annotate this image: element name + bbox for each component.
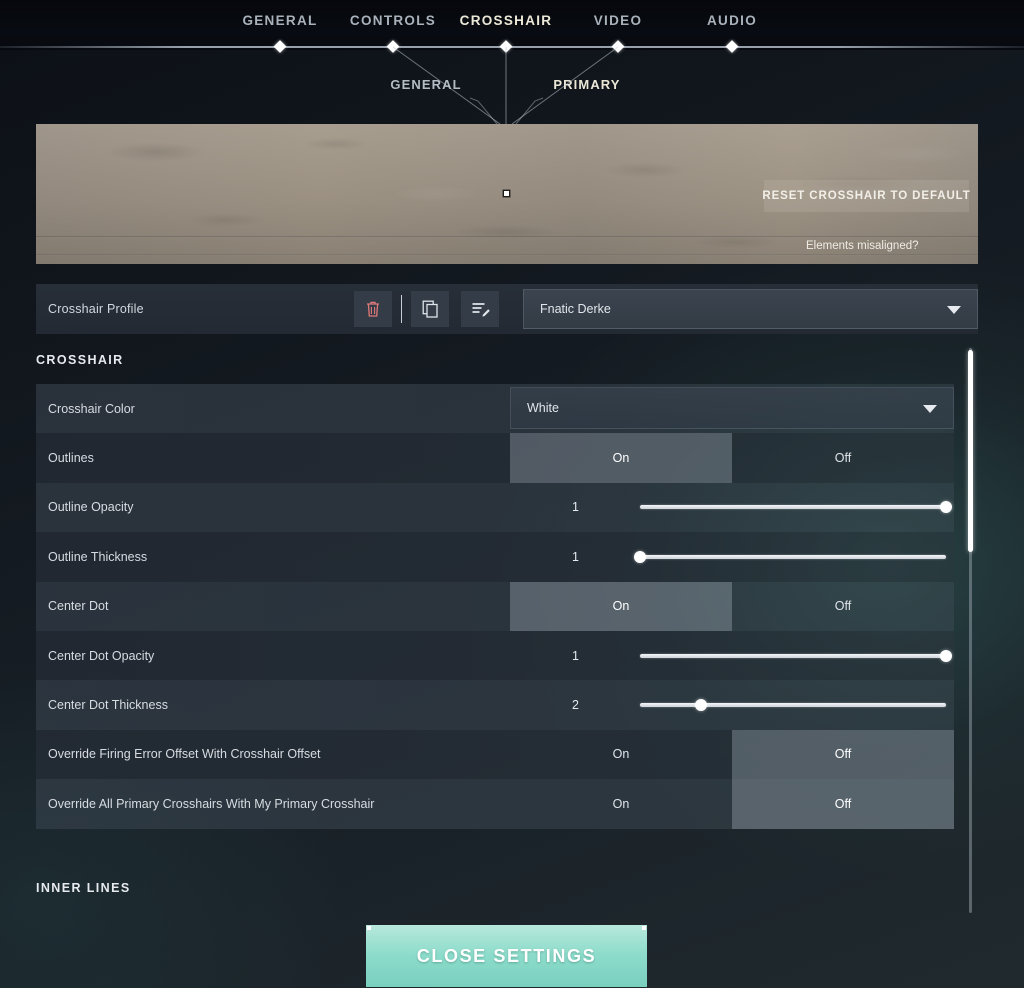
toggle-option-off[interactable]: Off: [732, 729, 954, 780]
setting-control: On Off: [510, 729, 954, 780]
setting-row: Center Dot Opacity 1: [36, 630, 954, 681]
slider-knob[interactable]: [940, 501, 952, 514]
setting-label: Override Firing Error Offset With Crossh…: [48, 747, 321, 762]
copy-icon: [422, 300, 438, 318]
setting-label: Outline Opacity: [48, 500, 134, 515]
setting-label: Center Dot Opacity: [48, 648, 155, 663]
slider-track: [640, 554, 946, 559]
setting-label: Center Dot Thickness: [48, 698, 168, 713]
setting-control: 2: [510, 680, 954, 729]
settings-list: Crosshair Color White Outlines On Off Outline…: [36, 384, 954, 829]
main-tab-bar: GENERAL CONTROLS CROSSHAIR VIDEO AUDIO: [0, 0, 1024, 53]
elements-misaligned-link[interactable]: Elements misaligned?: [806, 240, 919, 252]
corner-accent-right: [642, 926, 646, 930]
toggle-group: On Off: [510, 581, 954, 631]
setting-label: Center Dot: [48, 599, 109, 614]
setting-control: On Off: [510, 779, 954, 829]
tab-video[interactable]: VIDEO: [594, 13, 643, 28]
setting-row: Outlines On Off: [36, 433, 954, 483]
crosshair-profile-bar: Crosshair Profile Fnatic Derke: [36, 284, 978, 334]
toggle-option-on[interactable]: On: [510, 730, 732, 779]
setting-control: 1: [510, 483, 954, 532]
tab-controls[interactable]: CONTROLS: [350, 13, 436, 28]
toggle-option-on[interactable]: On: [510, 433, 732, 483]
slider-value: 1: [572, 500, 579, 515]
setting-label: Outlines: [48, 451, 94, 466]
icon-separator: [401, 295, 402, 323]
wall-seam-2: [36, 254, 978, 256]
delete-profile-button[interactable]: [354, 291, 392, 327]
slider[interactable]: [640, 501, 952, 514]
toggle-option-on[interactable]: On: [510, 779, 732, 828]
reset-crosshair-button[interactable]: RESET CROSSHAIR TO DEFAULT: [762, 180, 970, 212]
setting-row: Center Dot On Off: [36, 581, 954, 631]
toggle-option-on[interactable]: On: [510, 581, 732, 631]
toggle-option-off[interactable]: Off: [732, 582, 954, 631]
slider-value: 2: [572, 698, 579, 713]
corner-accent-left: [367, 926, 371, 930]
slider-value: 1: [572, 648, 579, 663]
setting-control: White: [510, 384, 954, 433]
slider[interactable]: [640, 649, 952, 662]
subtab-primary[interactable]: PRIMARY: [553, 77, 620, 92]
slider-track: [640, 653, 946, 658]
setting-row: Crosshair Color White: [36, 384, 954, 434]
slider[interactable]: [634, 550, 946, 563]
edit-icon: [472, 303, 490, 317]
crosshair-section-heading: CROSSHAIR: [36, 353, 124, 367]
duplicate-profile-button[interactable]: [411, 291, 449, 327]
chevron-down-icon: [923, 405, 937, 413]
slider[interactable]: [640, 699, 946, 712]
crosshair-profile-value: Fnatic Derke: [540, 302, 611, 316]
tab-audio[interactable]: AUDIO: [707, 13, 757, 28]
slider-knob[interactable]: [634, 550, 646, 563]
slider-knob[interactable]: [940, 649, 952, 662]
trash-icon: [367, 301, 379, 317]
toggle-group: On Off: [510, 433, 954, 483]
crosshair-center-dot: [504, 191, 509, 196]
setting-control: 1: [510, 532, 954, 581]
toggle-option-off[interactable]: Off: [732, 433, 954, 482]
setting-row: Outline Thickness 1: [36, 532, 954, 582]
chevron-down-icon: [947, 306, 961, 314]
wall-seam: [36, 236, 978, 238]
slider-track: [640, 703, 946, 708]
setting-row: Outline Opacity 1: [36, 482, 954, 533]
close-settings-label: CLOSE SETTINGS: [416, 945, 597, 966]
setting-label: Outline Thickness: [48, 549, 148, 564]
toggle-option-off[interactable]: Off: [732, 779, 954, 829]
subtab-general[interactable]: GENERAL: [390, 77, 461, 92]
tab-crosshair[interactable]: CROSSHAIR: [460, 13, 553, 28]
crosshair-color-select[interactable]: White: [510, 387, 954, 429]
slider-value: 1: [572, 549, 579, 564]
toggle-group: On Off: [510, 729, 954, 780]
close-settings-button[interactable]: CLOSE SETTINGS: [366, 925, 647, 987]
profile-action-icons: [354, 291, 499, 327]
setting-control: On Off: [510, 581, 954, 631]
crosshair-profile-label: Crosshair Profile: [48, 302, 144, 316]
settings-screen: GENERAL CONTROLS CROSSHAIR VIDEO AUDIO GENER…: [0, 0, 1024, 988]
setting-row: Override All Primary Crosshairs With My …: [36, 779, 954, 829]
setting-control: On Off: [510, 433, 954, 483]
inner-lines-section-heading: INNER LINES: [36, 881, 131, 895]
setting-label: Override All Primary Crosshairs With My …: [48, 796, 375, 811]
setting-row: Center Dot Thickness 2: [36, 680, 954, 730]
slider-track: [640, 505, 946, 510]
slider-knob[interactable]: [695, 699, 708, 712]
rename-profile-button[interactable]: [461, 291, 499, 327]
crosshair-profile-select[interactable]: Fnatic Derke: [523, 289, 978, 329]
toggle-group: On Off: [510, 779, 954, 829]
scrollbar-thumb[interactable]: [968, 350, 973, 552]
crosshair-color-value: White: [527, 401, 559, 415]
setting-label: Crosshair Color: [48, 401, 135, 416]
tab-general[interactable]: GENERAL: [242, 13, 317, 28]
setting-control: 1: [510, 631, 954, 680]
setting-row: Override Firing Error Offset With Crossh…: [36, 729, 954, 780]
